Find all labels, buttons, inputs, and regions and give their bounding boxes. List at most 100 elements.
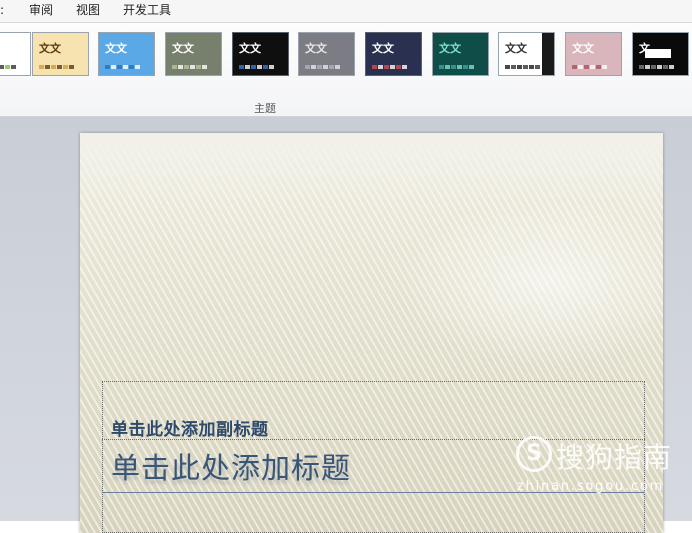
- theme-thumbnail[interactable]: 文文: [165, 32, 222, 76]
- theme-swatches: [639, 65, 674, 69]
- color-swatch: [584, 65, 589, 69]
- menu-developer[interactable]: 开发工具: [123, 2, 171, 18]
- subtitle-placeholder[interactable]: 单击此处添加副标题: [111, 415, 269, 440]
- theme-thumbnail[interactable]: 文文: [565, 32, 622, 76]
- theme-thumbnail[interactable]: 文文: [32, 32, 89, 76]
- color-swatch: [317, 65, 322, 69]
- color-swatch: [305, 65, 310, 69]
- color-swatch: [111, 65, 116, 69]
- color-swatch: [190, 65, 195, 69]
- color-swatch: [396, 65, 401, 69]
- theme-swatches: [0, 65, 16, 69]
- color-swatch: [529, 65, 534, 69]
- color-swatch: [135, 65, 140, 69]
- theme-thumbnail[interactable]: 文文: [232, 32, 289, 76]
- theme-thumbnail[interactable]: 文: [632, 32, 689, 76]
- color-swatch: [535, 65, 540, 69]
- color-swatch: [517, 65, 522, 69]
- theme-thumbnail[interactable]: 文文: [298, 32, 355, 76]
- theme-side-bar: [542, 33, 554, 75]
- color-swatch: [439, 65, 444, 69]
- theme-swatches: [305, 65, 340, 69]
- color-swatch: [239, 65, 244, 69]
- color-swatch: [323, 65, 328, 69]
- color-swatch: [372, 65, 377, 69]
- color-swatch: [117, 65, 122, 69]
- color-swatch: [651, 65, 656, 69]
- color-swatch: [505, 65, 510, 69]
- color-swatch: [269, 65, 274, 69]
- theme-swatches: [39, 65, 74, 69]
- color-swatch: [39, 65, 44, 69]
- theme-band: [645, 49, 671, 58]
- theme-swatches: [439, 65, 474, 69]
- color-swatch: [63, 65, 68, 69]
- color-swatch: [669, 65, 674, 69]
- theme-thumbnail-label: 文文: [172, 42, 194, 55]
- color-swatch: [51, 65, 56, 69]
- color-swatch: [457, 65, 462, 69]
- color-swatch: [263, 65, 268, 69]
- color-swatch: [602, 65, 607, 69]
- theme-thumbnail[interactable]: 文文: [432, 32, 489, 76]
- color-swatch: [335, 65, 340, 69]
- color-swatch: [329, 65, 334, 69]
- watermark-text: 搜狗指南: [556, 441, 673, 474]
- theme-thumbnail-label: 文文: [372, 42, 394, 55]
- theme-thumbnail-label: 文文: [39, 42, 61, 55]
- color-swatch: [390, 65, 395, 69]
- theme-thumbnail-label: 文文: [305, 42, 327, 55]
- theme-swatches: [105, 65, 140, 69]
- theme-swatches: [239, 65, 274, 69]
- color-swatch: [69, 65, 74, 69]
- color-swatch: [251, 65, 256, 69]
- watermark-url: zhinan.sogou.com: [517, 479, 665, 494]
- theme-swatches: [172, 65, 207, 69]
- theme-thumbnail[interactable]: [0, 32, 31, 76]
- watermark-logo-icon: S: [516, 436, 552, 472]
- theme-thumbnail[interactable]: 文文: [98, 32, 155, 76]
- color-swatch: [645, 65, 650, 69]
- color-swatch: [572, 65, 577, 69]
- color-swatch: [657, 65, 662, 69]
- color-swatch: [57, 65, 62, 69]
- color-swatch: [590, 65, 595, 69]
- menu-review[interactable]: 审阅: [29, 2, 53, 18]
- color-swatch: [402, 65, 407, 69]
- color-swatch: [257, 65, 262, 69]
- menu-bar: : 审阅 视图 开发工具: [0, 0, 692, 23]
- color-swatch: [11, 65, 16, 69]
- color-swatch: [451, 65, 456, 69]
- color-swatch: [596, 65, 601, 69]
- color-swatch: [378, 65, 383, 69]
- color-swatch: [105, 65, 110, 69]
- color-swatch: [469, 65, 474, 69]
- color-swatch: [5, 65, 10, 69]
- menu-partial-edge: :: [0, 3, 5, 17]
- title-placeholder[interactable]: 单击此处添加标题: [111, 445, 351, 487]
- color-swatch: [45, 65, 50, 69]
- theme-thumbnail-label: 文文: [439, 42, 461, 55]
- theme-thumbnail[interactable]: 文文: [365, 32, 422, 76]
- color-swatch: [178, 65, 183, 69]
- ribbon-themes: 文文文文文文文文文文文文文文文文文文文 主题: [0, 23, 692, 117]
- color-swatch: [196, 65, 201, 69]
- color-swatch: [463, 65, 468, 69]
- color-swatch: [663, 65, 668, 69]
- color-swatch: [123, 65, 128, 69]
- theme-thumbnail[interactable]: 文文: [498, 32, 555, 76]
- theme-swatches: [572, 65, 607, 69]
- theme-thumbnail-label: 文文: [505, 42, 527, 55]
- theme-thumbnail-label: 文文: [239, 42, 261, 55]
- color-swatch: [245, 65, 250, 69]
- color-swatch: [202, 65, 207, 69]
- theme-swatches: [372, 65, 407, 69]
- color-swatch: [639, 65, 644, 69]
- color-swatch: [511, 65, 516, 69]
- color-swatch: [523, 65, 528, 69]
- color-swatch: [184, 65, 189, 69]
- menu-view[interactable]: 视图: [76, 2, 100, 18]
- color-swatch: [578, 65, 583, 69]
- group-label-themes: 主题: [254, 102, 276, 115]
- color-swatch: [0, 65, 4, 69]
